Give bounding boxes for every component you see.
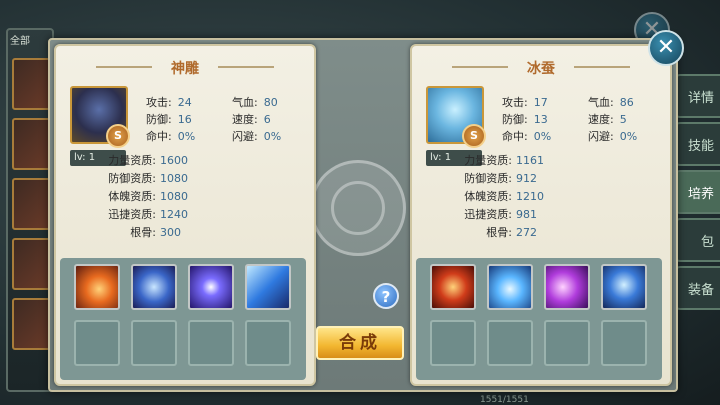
background-footer-text: 1551/1551 <box>480 395 529 405</box>
stat-hit: 命中: 0% <box>146 130 196 143</box>
stat-dodge: 闪避: 0% <box>232 130 282 143</box>
aptitude-strength: 力量资质: 1161 <box>464 154 544 167</box>
background-tab-skills: 技能 <box>674 122 720 166</box>
help-button[interactable]: ? <box>373 283 399 309</box>
dragon-emblem-icon <box>310 160 406 256</box>
stat-attack: 攻击: 24 <box>146 96 192 109</box>
aptitude-agility: 迅捷资质: 1240 <box>108 208 188 221</box>
background-pet-thumb <box>12 178 52 230</box>
right-skill-grid <box>416 258 662 380</box>
empty-skill-slot[interactable] <box>430 320 476 366</box>
stat-speed: 速度: 5 <box>588 113 627 126</box>
left-skill-grid <box>60 258 306 380</box>
empty-skill-slot[interactable] <box>74 320 120 366</box>
aptitude-agility: 迅捷资质: 981 <box>464 208 537 221</box>
aptitude-defense: 防御资质: 1080 <box>108 172 188 185</box>
right-pet-name: 冰蚕 <box>527 61 555 77</box>
stat-speed: 速度: 6 <box>232 113 271 126</box>
stat-attack: 攻击: 17 <box>502 96 548 109</box>
close-button[interactable]: ✕ <box>648 30 684 66</box>
empty-skill-slot[interactable] <box>487 320 533 366</box>
aptitude-physique: 体魄资质: 1080 <box>108 190 188 203</box>
claw-slash-skill-icon[interactable] <box>131 264 177 310</box>
combine-button[interactable]: 合成 <box>316 326 404 360</box>
background-tab-equip: 装备 <box>674 266 720 310</box>
fire-phoenix-skill-icon[interactable] <box>74 264 120 310</box>
empty-skill-slot[interactable] <box>601 320 647 366</box>
thunder-orb-skill-icon[interactable] <box>188 264 234 310</box>
aptitude-bone: 根骨: 272 <box>486 226 537 239</box>
background-pet-thumb <box>12 58 52 110</box>
aptitude-bone: 根骨: 300 <box>130 226 181 239</box>
stat-hp: 气血: 80 <box>232 96 278 109</box>
rank-s-badge: S <box>462 124 486 148</box>
empty-skill-slot[interactable] <box>131 320 177 366</box>
fire-ring-skill-icon[interactable] <box>430 264 476 310</box>
background-pet-thumb <box>12 238 52 290</box>
arcane-beam-skill-icon[interactable] <box>544 264 590 310</box>
right-pet-card: 冰蚕 S lv: 1 攻击: 17 气血: 86 防御: 13 速度: 5 命中: 0% … <box>410 44 672 386</box>
aptitude-physique: 体魄资质: 1210 <box>464 190 544 203</box>
stat-dodge: 闪避: 0% <box>588 130 638 143</box>
lightning-z-skill-icon[interactable] <box>245 264 291 310</box>
stat-hit: 命中: 0% <box>502 130 552 143</box>
background-pet-thumb <box>12 298 52 350</box>
left-pet-card: 神雕 S lv: 1 攻击: 24 气血: 80 防御: 16 速度: 6 命中: 0% … <box>54 44 316 386</box>
background-tab-train: 培养 <box>674 170 720 214</box>
empty-skill-slot[interactable] <box>188 320 234 366</box>
stat-defense: 防御: 16 <box>146 113 192 126</box>
stat-defense: 防御: 13 <box>502 113 548 126</box>
left-pet-name: 神雕 <box>171 61 199 77</box>
water-splash-skill-icon[interactable] <box>487 264 533 310</box>
shield-skill-icon[interactable] <box>601 264 647 310</box>
empty-skill-slot[interactable] <box>245 320 291 366</box>
stat-hp: 气血: 86 <box>588 96 634 109</box>
background-pet-thumb <box>12 118 52 170</box>
aptitude-strength: 力量资质: 1600 <box>108 154 188 167</box>
empty-skill-slot[interactable] <box>544 320 590 366</box>
background-tab-bag: 包 <box>674 218 720 262</box>
rank-s-badge: S <box>106 124 130 148</box>
aptitude-defense: 防御资质: 912 <box>464 172 537 185</box>
background-tab-detail: 详情 <box>674 74 720 118</box>
